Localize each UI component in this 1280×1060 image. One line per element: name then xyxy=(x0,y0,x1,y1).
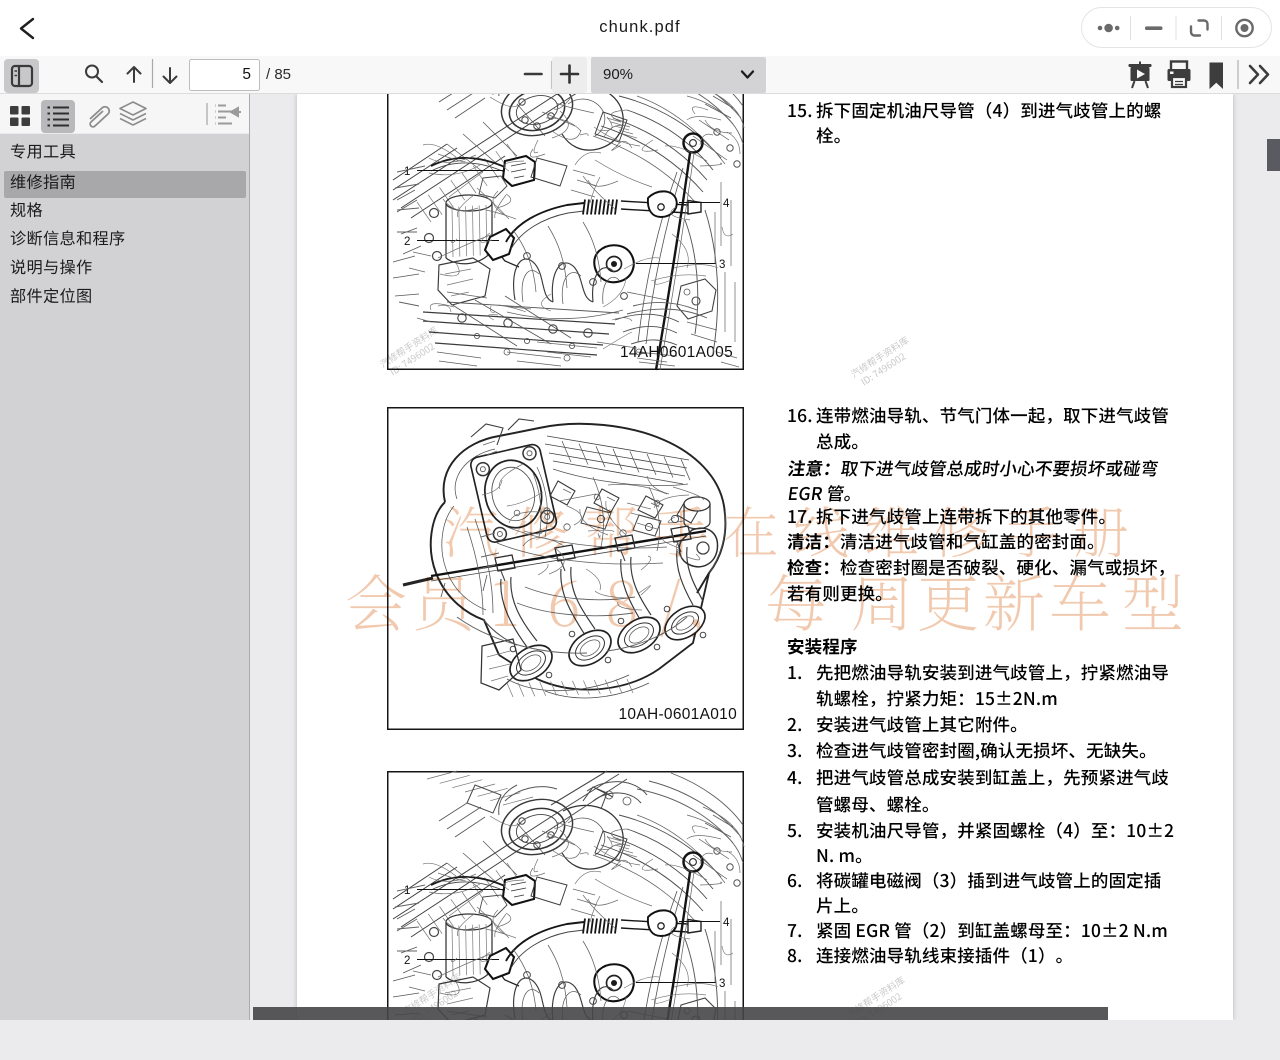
svg-text:4: 4 xyxy=(723,917,730,929)
svg-text:4: 4 xyxy=(723,198,730,210)
svg-text:2: 2 xyxy=(404,955,410,967)
svg-text:3: 3 xyxy=(719,259,725,271)
svg-text:10AH-0601A010: 10AH-0601A010 xyxy=(618,706,737,723)
svg-text:1: 1 xyxy=(404,885,410,897)
svg-text:3: 3 xyxy=(719,978,725,990)
svg-text:2: 2 xyxy=(404,236,410,248)
svg-text:14AH0601A005: 14AH0601A005 xyxy=(620,344,733,361)
svg-text:1: 1 xyxy=(404,166,410,178)
